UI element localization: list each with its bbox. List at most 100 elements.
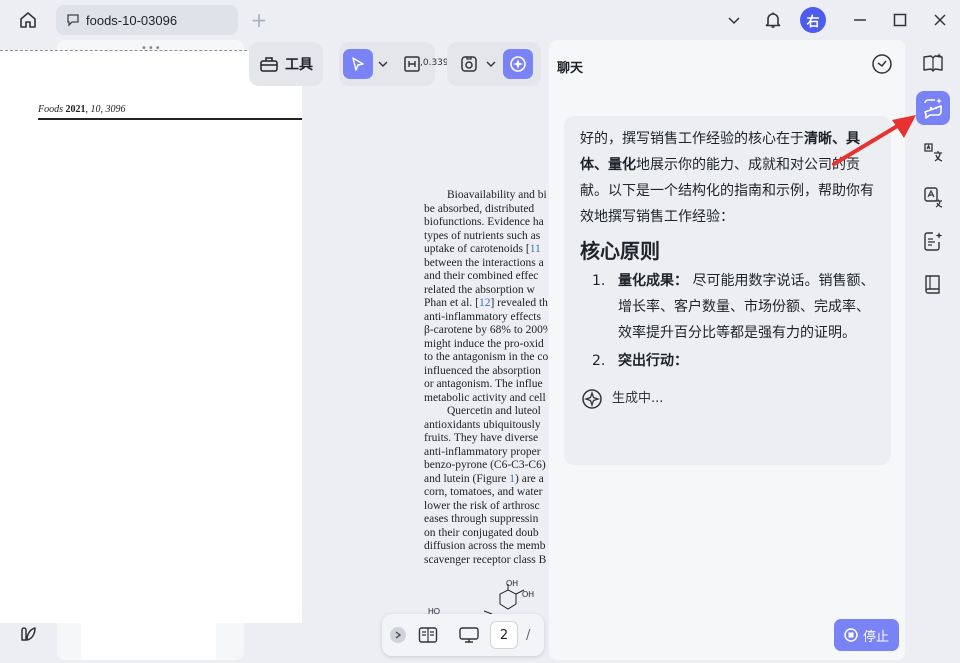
generating-text: 生成中... <box>612 391 664 406</box>
text-line: Phan et al. [12] revealed th <box>424 297 548 309</box>
text-line: to the antagonism in the co <box>424 351 548 363</box>
text-line: metabolic activity and cell <box>424 391 546 404</box>
chat-panel-title: 聊天 <box>557 61 584 76</box>
two-page-view-icon[interactable] <box>418 626 438 644</box>
page-header: Foods 2021, 10, 3096 <box>38 104 126 115</box>
stop-label: 停止 <box>862 629 889 645</box>
list-item: 1. 量化成果： 尽可能用数字说话。销售额、增长率、客户数量、市场份额、完成率、… <box>592 273 875 341</box>
chevron-down-icon <box>728 17 740 25</box>
collapse-bar-button[interactable] <box>390 627 406 643</box>
maximize-button[interactable] <box>888 8 912 32</box>
text-line: related the absorption w <box>424 283 535 296</box>
text-line: anti-inflammatory proper <box>424 445 541 458</box>
translate-doc-icon <box>924 187 943 208</box>
new-tab-button[interactable]: + <box>248 8 270 32</box>
ai-chat-button[interactable] <box>916 91 950 125</box>
zoom-readout: ,0.339 <box>420 58 449 68</box>
home-button[interactable] <box>10 6 46 34</box>
text-line: be absorbed, distributed <box>424 202 535 215</box>
document-tab[interactable]: foods-10-03096 <box>56 5 238 35</box>
molecule-label: OH <box>506 579 518 588</box>
ai-translate-doc-button[interactable] <box>916 180 950 214</box>
text-line: β-carotene by 68% to 200% <box>424 324 548 336</box>
translate-button[interactable] <box>916 135 950 169</box>
document-page <box>0 50 302 623</box>
ai-spark-icon <box>582 389 602 409</box>
molecule-label: OH <box>522 590 534 599</box>
stop-icon <box>844 628 858 642</box>
page-number-input[interactable]: 2 <box>490 621 518 649</box>
chat-history-button[interactable] <box>871 53 895 77</box>
cursor-icon <box>352 57 364 71</box>
assistant-heading: 核心原则 <box>580 239 660 263</box>
chevron-down-icon[interactable] <box>485 58 497 70</box>
text-line: Bioavailability and bi <box>447 189 547 201</box>
document-spark-icon <box>924 232 943 251</box>
screenshot-icon[interactable] <box>459 54 479 74</box>
fit-width-icon[interactable] <box>403 55 421 73</box>
text-line: diffusion across the memb <box>424 540 546 552</box>
maximize-icon <box>893 13 907 27</box>
text-line: and lutein (Figure 1) are a <box>424 472 544 485</box>
chevron-down-icon[interactable] <box>377 58 389 70</box>
capture-tool-group <box>447 42 541 86</box>
text-line: eases through suppressin <box>424 513 539 525</box>
text-line: between the interactions a <box>424 256 544 269</box>
select-tool-button[interactable] <box>343 49 373 79</box>
text-line: fruits. They have diverse <box>424 432 539 444</box>
molecule-label: HO <box>428 607 440 614</box>
book-icon <box>925 275 940 294</box>
text-line: Quercetin and luteol <box>447 405 541 417</box>
tools-button[interactable]: 工具 <box>249 42 323 86</box>
stop-generating-button[interactable]: 停止 <box>834 619 899 651</box>
text-line: lower the risk of arthrosc <box>424 499 540 512</box>
reader-mode-button[interactable] <box>916 267 950 301</box>
minimize-icon <box>854 19 866 21</box>
notifications-button[interactable] <box>760 7 786 33</box>
brand-icon <box>21 627 36 641</box>
translate-icon <box>924 143 943 162</box>
text-line: biofunctions. Evidence ha <box>424 216 544 228</box>
ai-assistant-toggle-button[interactable] <box>503 49 533 79</box>
text-line: antioxidants ubiquitously <box>424 418 541 431</box>
text-line: and their combined effec <box>424 270 539 282</box>
ai-summarize-button[interactable] <box>916 224 950 258</box>
assistant-message: 好的，撰写销售工作经验的核心在于清晰、具体、量化地展示你的能力、成就和对公司的贡… <box>564 116 891 465</box>
text-line: anti-inflammatory effects <box>424 310 541 323</box>
text-line: types of nutrients such as <box>424 229 541 242</box>
page-separator: / <box>526 627 531 643</box>
comment-icon <box>67 14 79 27</box>
presentation-icon[interactable] <box>458 626 480 644</box>
molecule-figure: OH OH HO <box>424 578 548 614</box>
bell-icon <box>765 12 781 28</box>
ai-reader-button[interactable] <box>916 46 950 80</box>
clock-icon <box>872 54 892 74</box>
generating-indicator: 生成中... <box>580 386 875 412</box>
home-icon <box>20 12 36 28</box>
text-line: corn, tomatoes, and water <box>424 486 543 498</box>
text-line: on their conjugated doub <box>424 526 539 539</box>
page-navigation-bar: 2 / <box>382 614 544 656</box>
minimize-button[interactable] <box>848 8 872 32</box>
toolbox-icon <box>260 57 278 72</box>
tools-label: 工具 <box>285 57 313 73</box>
close-icon <box>934 14 946 26</box>
close-window-button[interactable] <box>928 8 952 32</box>
document-body-text[interactable]: Bioavailability and bi be absorbed, dist… <box>424 189 548 567</box>
user-avatar[interactable]: 右 <box>800 7 826 33</box>
chat-bot-icon <box>924 98 942 119</box>
ai-spark-icon <box>510 56 526 72</box>
header-rule <box>38 118 302 120</box>
text-line: uptake of carotenoids [11 <box>424 243 541 255</box>
text-line: might induce the pro-oxid <box>424 337 544 350</box>
tabs-dropdown-button[interactable] <box>722 8 746 32</box>
text-line: or antagonism. The influe <box>424 378 543 390</box>
chevron-right-icon <box>395 631 402 639</box>
annotation-arrow-icon <box>832 115 916 166</box>
list-item: 2. 突出行动： <box>592 353 688 369</box>
tab-title: foods-10-03096 <box>86 12 178 28</box>
text-line: scavenger receptor class B <box>424 553 547 566</box>
text-line: influenced the absorption <box>424 364 541 377</box>
text-line: benzo-pyrone (C6-C3-C6) <box>424 459 546 471</box>
book-spark-icon <box>923 53 943 72</box>
